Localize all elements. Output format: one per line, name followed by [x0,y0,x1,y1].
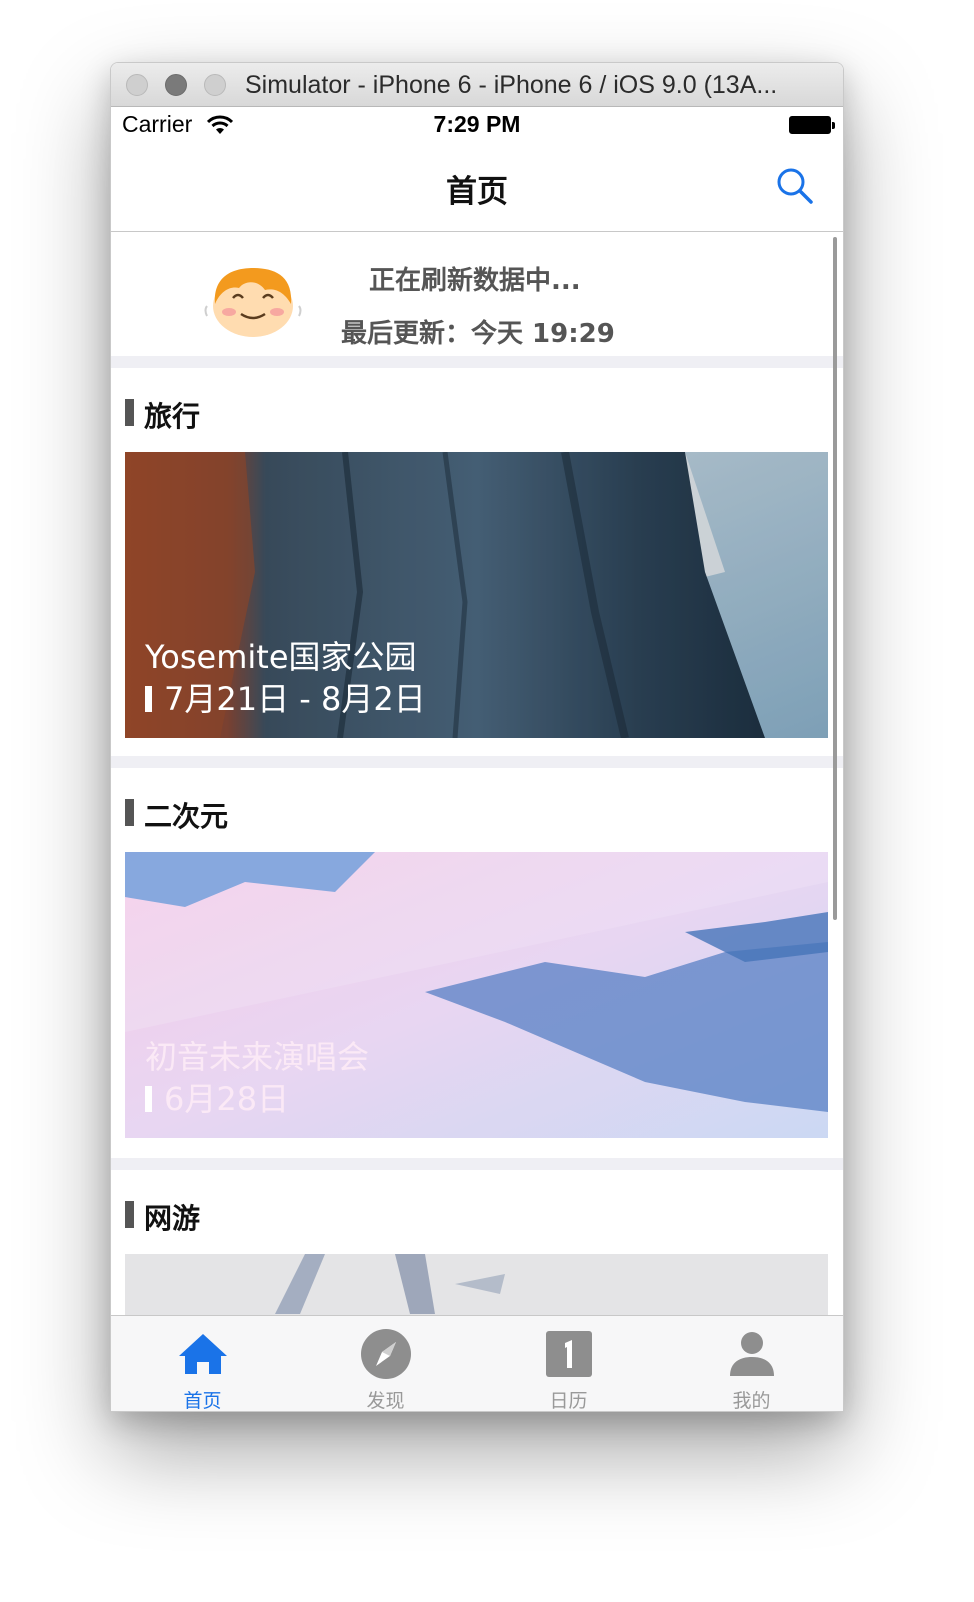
card-date-text: 6月28日 [164,1080,290,1118]
search-icon[interactable] [775,166,815,206]
section-online-games: 网游 [111,1170,843,1315]
event-card-yosemite[interactable]: Yosemite国家公园 7月21日 - 8月2日 [125,452,828,738]
section-anime: 二次元 初音未来演唱会 6月28日 [111,768,843,1158]
section-marker [125,1201,134,1228]
status-bar: Carrier 7:29 PM [111,106,843,146]
window-title: Simulator - iPhone 6 - iPhone 6 / iOS 9.… [245,71,778,99]
tab-label: 日历 [549,1390,588,1412]
navigation-bar: 首页 [111,146,843,232]
card-title: Yosemite国家公园 [145,638,417,676]
card-date-text: 7月21日 - 8月2日 [164,680,426,718]
tab-home[interactable]: 首页 [111,1316,294,1412]
section-travel: 旅行 Yosemite国家公园 7月21日 - 8月2日 [111,368,843,756]
person-icon [729,1332,774,1376]
mascot-icon [204,268,302,337]
window-titlebar: Simulator - iPhone 6 - iPhone 6 / iOS 9.… [111,63,843,107]
tab-label: 发现 [366,1390,405,1412]
home-icon [178,1334,227,1374]
refresh-status-text: 正在刷新数据中... [369,266,581,296]
tab-label: 首页 [183,1390,222,1412]
compass-icon [360,1329,411,1379]
simulator-window: Simulator - iPhone 6 - iPhone 6 / iOS 9.… [110,62,844,1412]
tab-me[interactable]: 我的 [660,1316,843,1412]
section-title: 二次元 [144,800,229,833]
section-title: 旅行 [144,400,201,433]
status-time: 7:29 PM [433,111,521,137]
card-image [125,1254,828,1315]
card-date: 7月21日 - 8月2日 [145,674,426,720]
battery-icon [789,116,835,134]
tab-calendar[interactable]: 日历 [477,1316,660,1412]
scrollbar[interactable] [833,237,837,920]
close-window-button[interactable] [126,74,148,96]
section-marker [125,399,134,426]
last-updated-text: 最后更新：今天 19:29 [341,319,615,349]
section-title: 网游 [144,1202,201,1235]
event-card-miku-concert[interactable]: 初音未来演唱会 6月28日 [125,852,828,1138]
card-date: 6月28日 [145,1074,289,1120]
tab-discover[interactable]: 发现 [294,1316,477,1412]
card-title: 初音未来演唱会 [145,1038,370,1076]
calendar-icon [545,1331,592,1377]
pull-to-refresh-header: 正在刷新数据中... 最后更新：今天 19:29 [111,232,843,356]
event-card-game[interactable] [125,1254,828,1315]
tab-bar: 首页 发现 日历 我的 [111,1315,843,1412]
home-feed[interactable]: 正在刷新数据中... 最后更新：今天 19:29 旅行 Yosemite国家公园… [111,232,843,1315]
tab-label: 我的 [732,1390,771,1412]
page-title: 首页 [446,174,508,210]
section-marker [125,799,134,826]
minimize-window-button[interactable] [165,74,187,96]
zoom-window-button[interactable] [204,74,226,96]
